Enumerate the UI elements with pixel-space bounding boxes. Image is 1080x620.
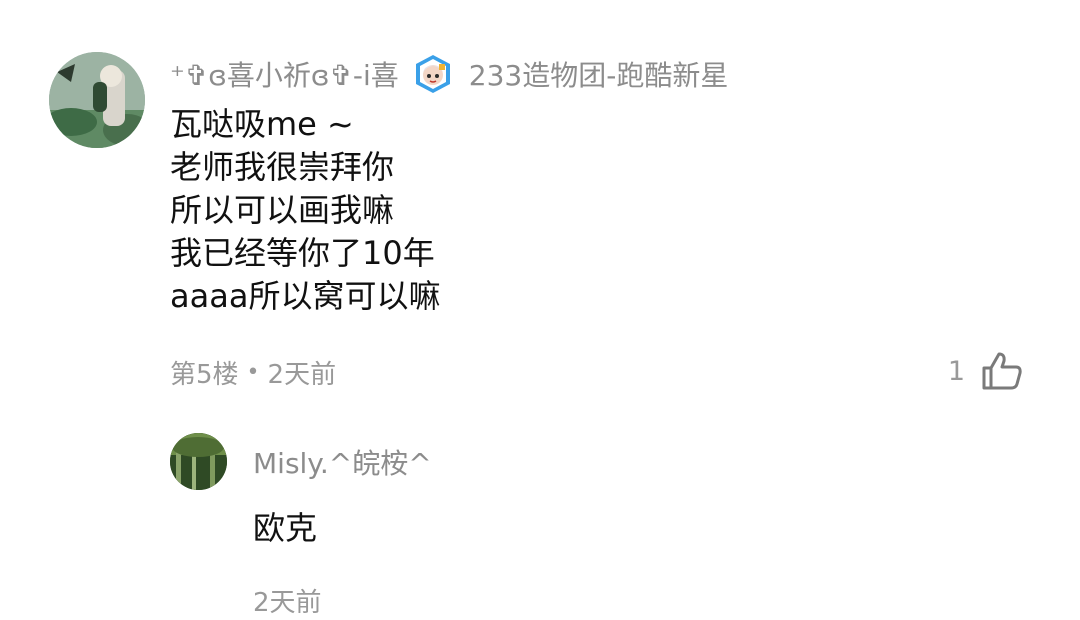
- comment-time: 2天前: [267, 359, 337, 390]
- team-badge-icon[interactable]: [413, 54, 453, 94]
- reply-text: 欧克: [253, 509, 318, 547]
- avatar-image: [49, 52, 145, 148]
- reply-user-avatar[interactable]: [170, 433, 227, 490]
- thumbs-up-icon[interactable]: [979, 348, 1025, 394]
- reply-time: 2天前: [253, 588, 322, 618]
- like-count: 1: [947, 355, 965, 387]
- comment-line: 老师我很崇拜你: [170, 148, 395, 186]
- reply-username[interactable]: Misly.^皖桉^: [253, 442, 432, 482]
- comment-line: 我已经等你了10年: [170, 234, 435, 272]
- comment-text: 瓦哒吸me ~ 老师我很崇拜你 所以可以画我嘛 我已经等你了10年 aaaa所以…: [170, 103, 930, 318]
- comment-line: 所以可以画我嘛: [170, 191, 395, 229]
- team-label[interactable]: 233造物团-跑酷新星: [469, 54, 729, 94]
- reply-avatar-image: [170, 433, 227, 490]
- comment-header: ⁺✞ɞ喜小祈ɞ✞-i喜 233造物团-跑酷新星: [170, 52, 728, 96]
- comment-line: aaaa所以窝可以嘛: [170, 277, 441, 315]
- username[interactable]: ⁺✞ɞ喜小祈ɞ✞-i喜: [170, 54, 399, 94]
- comment-meta: 第5楼 • 2天前: [170, 352, 336, 392]
- like-button[interactable]: 1: [948, 348, 1025, 394]
- comment-line: 瓦哒吸me ~: [170, 105, 354, 143]
- meta-separator: •: [246, 359, 260, 385]
- comment-item: ⁺✞ɞ喜小祈ɞ✞-i喜 233造物团-跑酷新星 瓦哒吸me ~ 老师我很崇拜你 …: [0, 0, 1080, 620]
- user-avatar[interactable]: [49, 52, 145, 148]
- floor-label: 第5楼: [170, 359, 239, 390]
